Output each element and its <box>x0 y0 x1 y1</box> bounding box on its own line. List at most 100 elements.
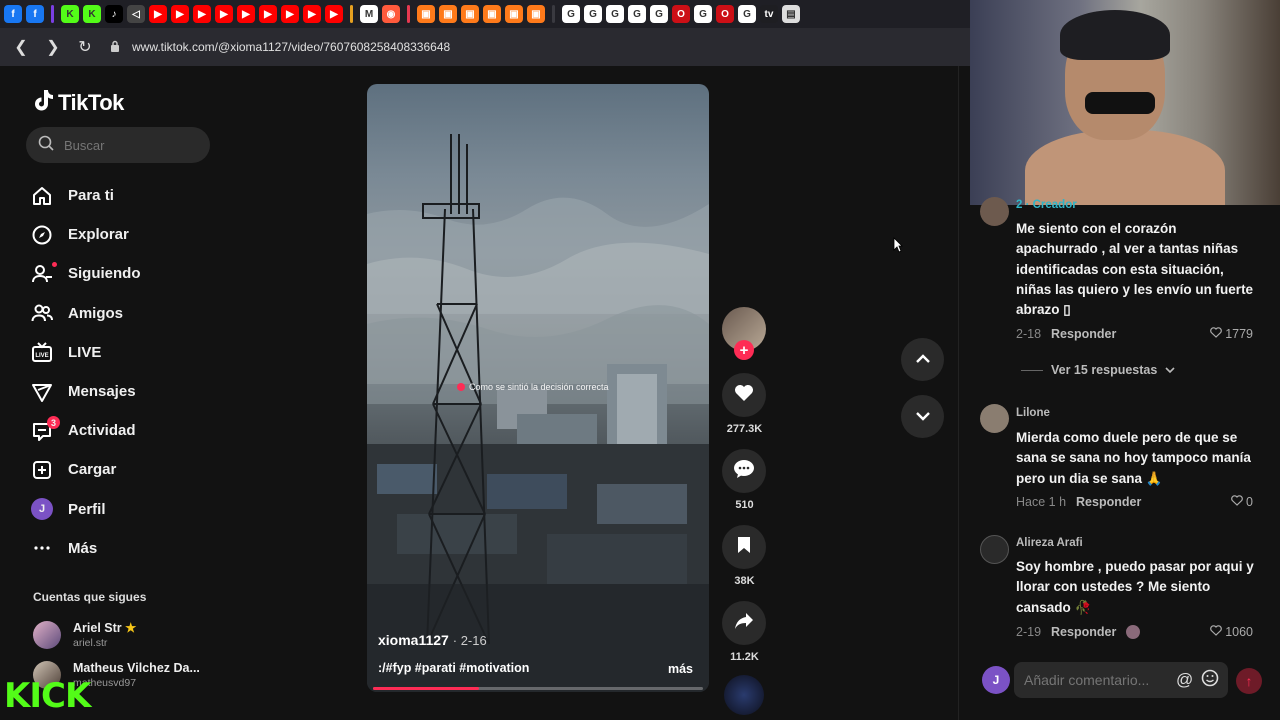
app-icon[interactable]: ◉ <box>382 5 400 23</box>
avatar[interactable] <box>980 197 1009 226</box>
sidebar-item-friends[interactable]: Amigos <box>30 294 220 333</box>
video-player[interactable]: Como se sintió la decisión correcta xiom… <box>367 84 709 692</box>
comment-author[interactable]: 2 · Creador <box>1016 199 1077 211</box>
google-icon[interactable]: G <box>584 5 602 23</box>
comment-like-button[interactable]: 1060 <box>1210 625 1253 639</box>
follow-plus-icon[interactable]: + <box>734 340 754 360</box>
heart-icon <box>734 384 754 407</box>
reply-button[interactable]: Responder <box>1051 625 1116 639</box>
sidebar-item-live[interactable]: LIVE LIVE <box>30 333 220 372</box>
youtube-icon[interactable]: ▶ <box>237 5 255 23</box>
kick-icon[interactable]: K <box>83 5 101 23</box>
music-disc-icon[interactable] <box>724 675 764 715</box>
comment-icon <box>733 459 755 484</box>
avatar[interactable] <box>980 404 1009 433</box>
url-text[interactable]: www.tiktok.com/@xioma1127/video/76076082… <box>132 40 450 54</box>
comment-author[interactable]: Lilone <box>1016 407 1050 419</box>
view-replies-button[interactable]: Ver 15 respuestas <box>1021 363 1175 377</box>
next-video-button[interactable] <box>901 395 944 438</box>
following-account[interactable]: Ariel Str ★ ariel.str <box>33 620 136 649</box>
video-author[interactable]: xioma1127 · 2-16 <box>378 632 487 648</box>
sidebar-item-activity[interactable]: 3 Actividad <box>30 411 220 450</box>
search-input[interactable] <box>64 137 194 153</box>
shop-icon[interactable]: ▣ <box>417 5 435 23</box>
back-icon[interactable]: ❮ <box>14 37 28 57</box>
google-icon[interactable]: G <box>694 5 712 23</box>
comment-input[interactable] <box>1024 672 1168 688</box>
youtube-icon[interactable]: ▶ <box>303 5 321 23</box>
kick-icon[interactable]: K <box>61 5 79 23</box>
comment-author[interactable]: Alireza Arafi <box>1016 537 1083 549</box>
reply-button[interactable]: Responder <box>1076 495 1141 509</box>
google-icon[interactable]: G <box>738 5 756 23</box>
google-icon[interactable]: G <box>650 5 668 23</box>
shop-icon[interactable]: ▣ <box>461 5 479 23</box>
sidebar-item-following[interactable]: Siguiendo <box>30 254 220 293</box>
youtube-icon[interactable]: ▶ <box>215 5 233 23</box>
youtube-icon[interactable]: ▶ <box>259 5 277 23</box>
gmail-icon[interactable]: M <box>360 5 378 23</box>
opera-icon[interactable]: O <box>716 5 734 23</box>
speaker-icon[interactable]: ◁ <box>127 5 145 23</box>
sidebar-item-more[interactable]: Más <box>30 529 220 568</box>
facebook-icon[interactable]: f <box>4 5 22 23</box>
panel-divider <box>958 66 959 720</box>
youtube-icon[interactable]: ▶ <box>325 5 343 23</box>
comment-date: 2-18 <box>1016 327 1042 341</box>
mouse-cursor-icon <box>893 237 903 258</box>
youtube-icon[interactable]: ▶ <box>171 5 189 23</box>
sidebar-item-upload[interactable]: Cargar <box>30 450 220 489</box>
video-progress-bar[interactable] <box>373 687 703 690</box>
send-comment-button[interactable]: ↑ <box>1236 668 1262 694</box>
reply-button[interactable]: Responder <box>1051 327 1116 341</box>
previous-video-button[interactable] <box>901 338 944 381</box>
youtube-icon[interactable]: ▶ <box>193 5 211 23</box>
comment-text: Soy hombre , puedo pasar por aqui y llor… <box>1016 559 1254 615</box>
document-icon[interactable]: ▤ <box>782 5 800 23</box>
facebook-icon[interactable]: f <box>26 5 44 23</box>
youtube-icon[interactable]: ▶ <box>149 5 167 23</box>
tradingview-icon[interactable]: tv <box>760 5 778 23</box>
search-box[interactable] <box>26 127 210 163</box>
sidebar-item-messages[interactable]: Mensajes <box>30 372 220 411</box>
video-description[interactable]: :/#fyp #parati #motivation <box>378 661 529 675</box>
more-button[interactable]: más <box>668 662 693 676</box>
like-button[interactable] <box>722 373 766 417</box>
comment-like-button[interactable]: 0 <box>1231 495 1253 509</box>
comment-meta: Hace 1 h Responder 0 <box>1016 495 1253 509</box>
tab-group-separator <box>407 5 410 23</box>
mention-icon[interactable]: @ <box>1176 670 1193 690</box>
sidebar-nav: Para ti Explorar Siguiendo Amigos LIVE L… <box>30 176 220 568</box>
caption-text: Como se sintió la decisión correcta <box>469 382 609 392</box>
home-icon <box>30 184 54 208</box>
sidebar-item-home[interactable]: Para ti <box>30 176 220 215</box>
comment-input-wrapper[interactable]: @ <box>1014 662 1228 698</box>
creator-avatar[interactable]: + <box>722 307 766 360</box>
google-icon[interactable]: G <box>628 5 646 23</box>
shop-icon[interactable]: ▣ <box>505 5 523 23</box>
sidebar-item-explore[interactable]: Explorar <box>30 215 220 254</box>
google-icon[interactable]: G <box>562 5 580 23</box>
tiktok-icon[interactable]: ♪ <box>105 5 123 23</box>
sidebar-item-label: Más <box>68 539 98 557</box>
shop-icon[interactable]: ▣ <box>527 5 545 23</box>
shop-icon[interactable]: ▣ <box>483 5 501 23</box>
google-icon[interactable]: G <box>606 5 624 23</box>
comment-like-button[interactable]: 1779 <box>1210 327 1253 341</box>
share-button[interactable] <box>722 601 766 645</box>
youtube-icon[interactable]: ▶ <box>281 5 299 23</box>
comment-button[interactable] <box>722 449 766 493</box>
sidebar-item-profile[interactable]: J Perfil <box>30 490 220 529</box>
avatar[interactable] <box>980 535 1009 564</box>
author-name[interactable]: xioma1127 <box>378 632 449 648</box>
save-button[interactable] <box>722 525 766 569</box>
heart-outline-icon <box>1210 625 1223 639</box>
tiktok-logo[interactable]: TikTok <box>32 88 124 118</box>
forward-icon[interactable]: ❯ <box>46 37 60 57</box>
divider-line <box>1021 369 1043 371</box>
shop-icon[interactable]: ▣ <box>439 5 457 23</box>
reload-icon[interactable]: ↻ <box>78 37 92 57</box>
opera-icon[interactable]: O <box>672 5 690 23</box>
emoji-icon[interactable] <box>1201 669 1219 692</box>
profile-avatar-icon: J <box>30 497 54 521</box>
